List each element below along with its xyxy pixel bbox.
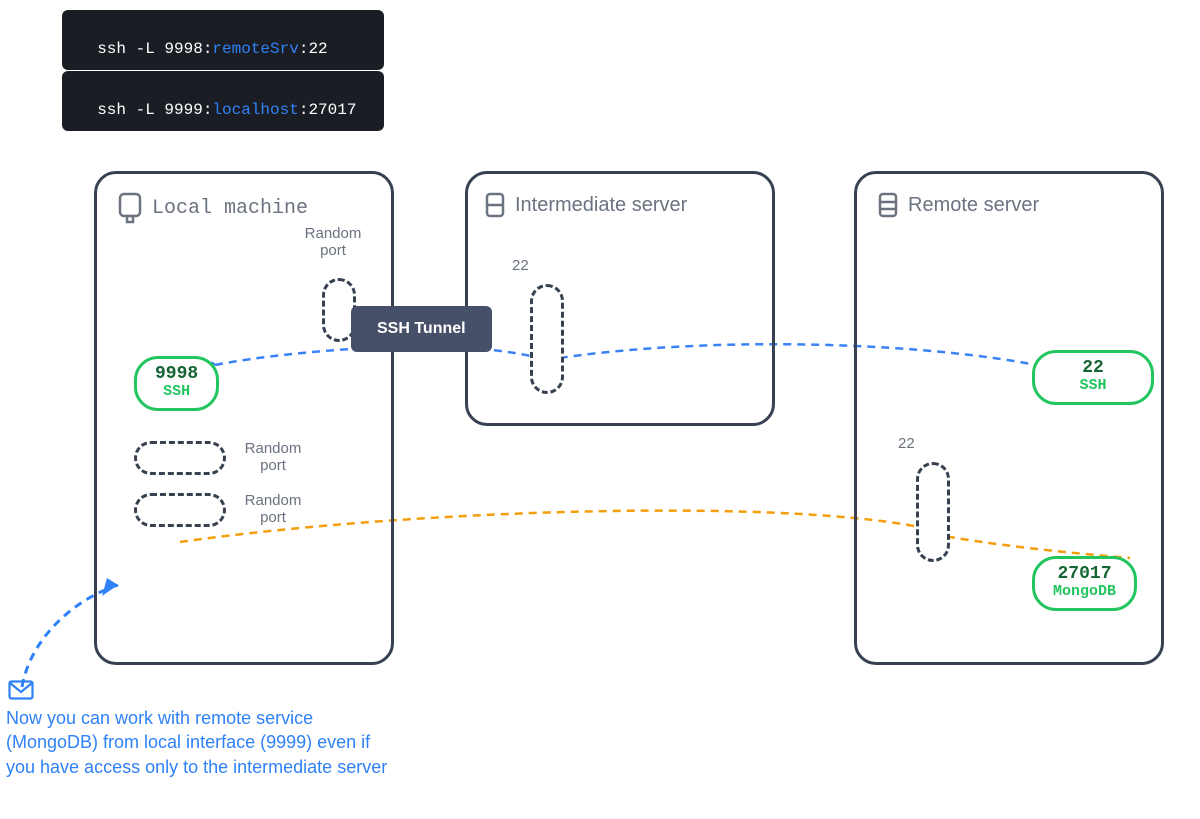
port-22-label: 22 [512,258,529,275]
mail-icon [8,680,34,700]
code-text: :27017 [299,101,357,119]
intermediate-server-header: Intermediate server [485,192,687,218]
remote-server-title: Remote server [908,194,1039,217]
remote-port-22: 22 SSH [1032,350,1154,405]
random-port-pill [134,441,226,475]
local-port-9998: 9998 SSH [134,356,219,411]
code-text: :22 [299,40,328,58]
explanation-note: Now you can work with remote service (Mo… [6,706,391,779]
port-22-pill [916,462,950,562]
ssh-tunnel-badge: SSH Tunnel [351,306,492,352]
device-icon [118,192,142,224]
port-22-pill [530,284,564,394]
code-host: remoteSrv [212,40,298,58]
code-host: localhost [212,101,298,119]
random-port-label: Random port [238,441,308,474]
random-port-pill [134,493,226,527]
remote-port-27017: 27017 MongoDB [1032,556,1137,611]
intermediate-server-title: Intermediate server [515,194,687,217]
server-icon [878,192,898,218]
server-icon [485,192,505,218]
local-machine-header: Local machine [118,192,308,224]
code-text: ssh -L 9998: [97,40,212,58]
random-port-label: Random port [298,226,368,259]
local-machine-title: Local machine [152,197,308,220]
remote-server-header: Remote server [878,192,1039,218]
random-port-label: Random port [238,493,308,526]
port-22-label: 22 [898,436,915,453]
code-text: ssh -L 9999: [97,101,212,119]
ssh-command-2: ssh -L 9999:localhost:27017 [62,71,384,131]
ssh-command-1: ssh -L 9998:remoteSrv:22 [62,10,384,70]
